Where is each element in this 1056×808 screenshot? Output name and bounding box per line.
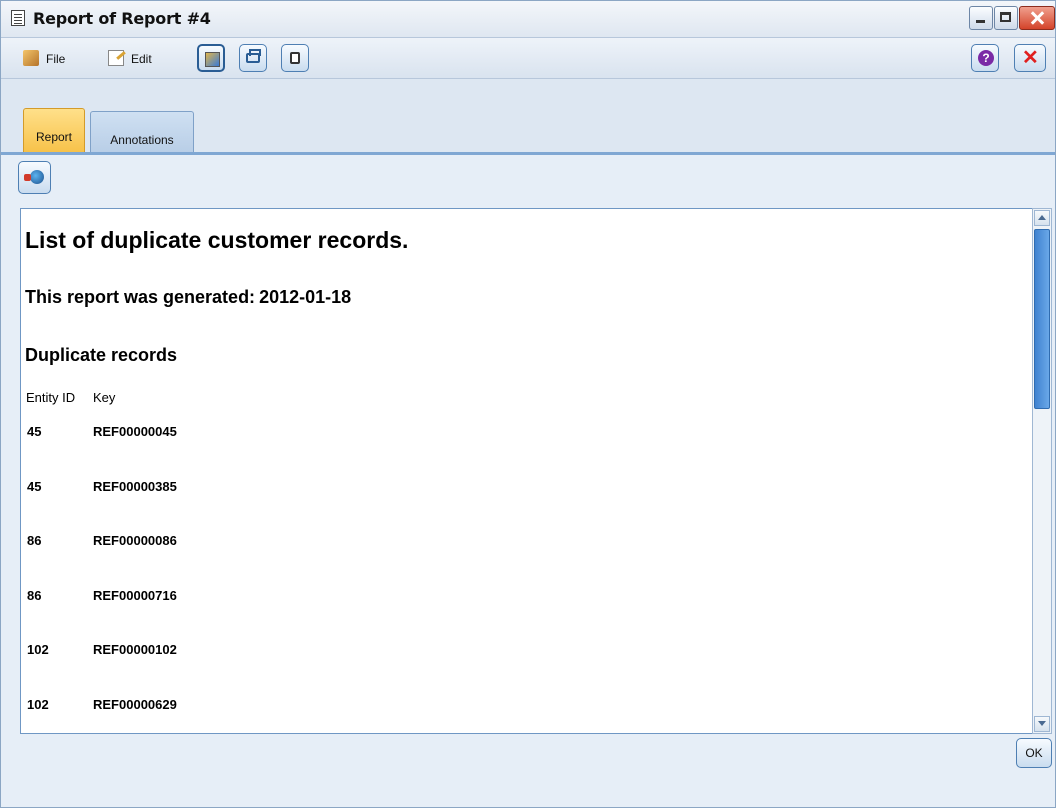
print-icon (246, 49, 261, 63)
ok-button[interactable]: OK (1016, 738, 1052, 768)
entity-id-cell: 102 (27, 697, 49, 712)
entity-id-cell: 102 (27, 642, 49, 657)
close-window-button[interactable] (1019, 6, 1055, 30)
table-row: 102 REF00000102 (21, 642, 921, 662)
report-toolbar (1, 155, 1055, 205)
table-row: 86 REF00000086 (21, 533, 921, 553)
report-content[interactable]: List of duplicate customer records. This… (20, 208, 1033, 734)
print-button[interactable] (239, 44, 267, 72)
table-row: 102 REF00000629 (21, 697, 921, 717)
close-red-x-icon: ✕ (1022, 47, 1039, 69)
entity-id-cell: 86 (27, 533, 42, 548)
help-button[interactable]: ? (971, 44, 999, 72)
entity-id-cell: 45 (27, 479, 42, 494)
key-cell: REF00000629 (93, 697, 177, 712)
vertical-scrollbar[interactable] (1032, 208, 1052, 734)
key-cell: REF00000086 (93, 533, 177, 548)
help-icon: ? (978, 50, 994, 66)
folder-icon (23, 50, 39, 66)
footer-bar (1, 735, 1055, 807)
toolbar: File Edit ? ✕ (1, 38, 1055, 79)
scrollbar-thumb[interactable] (1034, 229, 1050, 409)
entity-id-cell: 86 (27, 588, 42, 603)
column-header-key: Key (93, 390, 116, 405)
report-window: Report of Report #4 File Edit ? ✕ Report… (0, 0, 1056, 808)
key-cell: REF00000385 (93, 479, 177, 494)
column-header-entity-id: Entity ID (26, 390, 76, 405)
maximize-button[interactable] (994, 6, 1018, 30)
close-report-button[interactable]: ✕ (1014, 44, 1046, 72)
scroll-down-arrow-icon[interactable] (1034, 716, 1050, 732)
generate-node-icon (205, 52, 220, 67)
key-cell: REF00000716 (93, 588, 177, 603)
window-title: Report of Report #4 (33, 9, 211, 28)
key-cell: REF00000045 (93, 424, 177, 439)
edit-menu-label: Edit (131, 52, 152, 66)
scroll-up-arrow-icon[interactable] (1034, 210, 1050, 226)
report-window-icon (11, 10, 25, 26)
generated-line: This report was generated: 2012-01-18 (25, 287, 351, 308)
key-cell: REF00000102 (93, 642, 177, 657)
open-in-browser-button[interactable] (18, 161, 51, 194)
edit-document-icon (108, 50, 124, 66)
generate-button[interactable] (197, 44, 225, 72)
tab-strip: Report Annotations (1, 79, 1055, 155)
generated-prefix: This report was generated: (25, 287, 256, 307)
table-row: 45 REF00000045 (21, 424, 921, 444)
table-row: 45 REF00000385 (21, 479, 921, 499)
tab-report[interactable]: Report (23, 108, 85, 152)
tab-annotations[interactable]: Annotations (90, 111, 194, 155)
generated-date: 2012-01-18 (259, 287, 352, 307)
minimize-button[interactable] (969, 6, 993, 30)
refresh-button[interactable] (281, 44, 309, 72)
refresh-icon (290, 52, 300, 64)
entity-id-cell: 45 (27, 424, 42, 439)
section-heading: Duplicate records (25, 345, 178, 365)
table-row: 86 REF00000716 (21, 588, 921, 608)
title-bar[interactable]: Report of Report #4 (1, 1, 1055, 38)
report-title: List of duplicate customer records. (25, 227, 409, 253)
file-menu-label: File (46, 52, 66, 66)
globe-browser-icon (24, 170, 44, 184)
